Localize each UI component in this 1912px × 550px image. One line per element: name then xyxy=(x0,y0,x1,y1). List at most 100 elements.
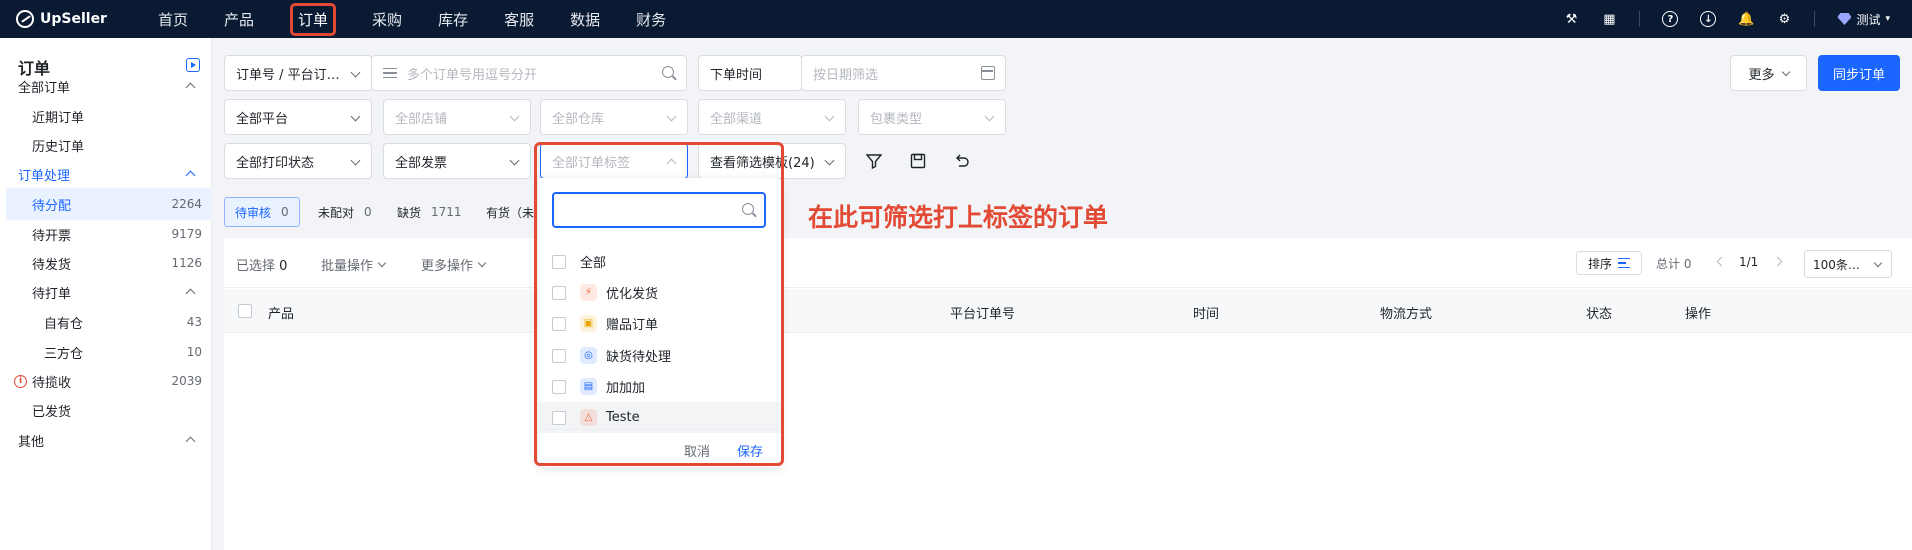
total-count: 总计 0 xyxy=(1656,257,1692,271)
save-template-icon[interactable] xyxy=(908,151,928,171)
page-size-value: 100条… xyxy=(1813,257,1860,272)
tab-in-stock[interactable]: 有货（未 xyxy=(486,197,534,227)
package-type-select[interactable]: 包裹类型 xyxy=(858,99,1006,135)
header-product: 产品 xyxy=(268,307,295,322)
sidebar-item[interactable]: 其他 xyxy=(0,424,212,456)
sidebar-item[interactable]: 已发货 xyxy=(0,394,212,426)
chevron-down-icon xyxy=(984,111,995,122)
sidebar-item[interactable]: 待发货 1126 xyxy=(0,247,212,279)
sort-label: 排序 xyxy=(1587,256,1612,271)
sidebar-item[interactable]: 历史订单 xyxy=(0,129,212,161)
sidebar-item[interactable]: 订单处理 xyxy=(0,158,212,190)
order-no-input[interactable]: 多个订单号用逗号分开 xyxy=(371,55,687,91)
nav-item[interactable]: 采购 xyxy=(354,0,420,38)
top-nav-bar: UpSeller 首页 产品 订单 采购 库存 客服 数据 财务 ⚒ ▦ ? ↓ 🔔 ⚙ 测试… xyxy=(0,0,1912,38)
invoice-value: 全部发票 xyxy=(395,155,448,171)
more-button[interactable]: 更多 xyxy=(1730,55,1807,91)
page-size-select[interactable]: 100条… xyxy=(1804,250,1892,278)
nav-item[interactable]: 产品 xyxy=(206,0,272,38)
chevron-down-icon: ▾ xyxy=(1885,14,1890,24)
tab-out-of-stock[interactable]: 缺货 1711 xyxy=(397,197,462,227)
date-filter-input[interactable]: 按日期筛选 xyxy=(801,55,1006,91)
sidebar-item[interactable]: 近期订单 xyxy=(0,100,212,132)
tab-label: 未配对 xyxy=(318,205,355,220)
order-no-type-select[interactable]: 订单号 / 平台订… xyxy=(224,55,372,91)
next-page-icon[interactable] xyxy=(1772,256,1783,267)
sync-orders-button[interactable]: 同步订单 xyxy=(1818,55,1900,91)
nav-item-label: 客服 xyxy=(504,10,535,29)
chevron-down-icon xyxy=(824,111,835,122)
nav-item-label: 首页 xyxy=(158,10,189,29)
tab-pending-review[interactable]: 待审核 0 xyxy=(224,197,300,227)
invoice-select[interactable]: 全部发票 xyxy=(383,143,531,179)
chevron-down-icon xyxy=(509,111,520,122)
tab-count: 1711 xyxy=(431,205,462,219)
sidebar-item-label: 其他 xyxy=(18,434,45,450)
sort-button[interactable]: 排序 xyxy=(1576,251,1642,275)
tab-count: 0 xyxy=(364,205,372,219)
wrench-icon[interactable]: ⚒ xyxy=(1563,11,1579,27)
select-all-checkbox[interactable] xyxy=(238,304,252,318)
nav-item[interactable]: 首页 xyxy=(140,0,206,38)
table-header: 产品 平台订单号 时间 物流方式 状态 操作 xyxy=(224,289,1912,333)
filter-icon[interactable] xyxy=(864,151,884,171)
header-actions: 操作 xyxy=(1685,307,1712,322)
download-icon[interactable]: ↓ xyxy=(1700,11,1717,27)
chevron-up-icon[interactable] xyxy=(185,288,196,299)
nav-item[interactable]: 订单 xyxy=(272,0,354,38)
search-icon[interactable] xyxy=(662,66,674,78)
warehouse-select[interactable]: 全部仓库 xyxy=(540,99,688,135)
gear-icon[interactable]: ⚙ xyxy=(1776,11,1792,27)
package-type-value: 包裹类型 xyxy=(870,111,923,127)
sidebar-item-label: 三方仓 xyxy=(44,346,84,362)
sidebar-item-label: 待发货 xyxy=(32,257,72,273)
more-operations-dropdown[interactable]: 更多操作 xyxy=(421,255,487,274)
help-icon[interactable]: ? xyxy=(1662,11,1679,27)
time-type-select[interactable]: 下单时间 xyxy=(698,55,802,91)
chevron-up-icon[interactable] xyxy=(185,436,196,447)
sidebar-item[interactable]: 待开票 9179 xyxy=(0,218,212,250)
nav-item[interactable]: 客服 xyxy=(486,0,552,38)
sidebar-item-label: 待分配 xyxy=(32,198,72,214)
bell-icon[interactable]: 🔔 xyxy=(1738,11,1754,27)
nav-item-label: 数据 xyxy=(570,10,601,29)
tab-unmatched[interactable]: 未配对 0 xyxy=(318,197,372,227)
nav-item[interactable]: 库存 xyxy=(420,0,486,38)
chevron-up-icon[interactable] xyxy=(185,82,196,93)
app-logo[interactable]: UpSeller xyxy=(16,10,126,28)
sidebar-item[interactable]: 三方仓 10 xyxy=(0,336,212,368)
nav-item[interactable]: 数据 xyxy=(552,0,618,38)
store-value: 全部店铺 xyxy=(395,111,448,127)
sidebar-item-count: 43 xyxy=(186,315,202,329)
user-menu[interactable]: 测试 ▾ xyxy=(1837,11,1890,28)
sidebar-item-label: 历史订单 xyxy=(32,139,85,155)
batch-operations-dropdown[interactable]: 批量操作 xyxy=(321,255,387,274)
warning-icon: i xyxy=(14,374,27,388)
sidebar-item[interactable]: 自有仓 43 xyxy=(0,306,212,338)
more-label: 更多 xyxy=(1748,67,1775,83)
sidebar-item-label: 订单处理 xyxy=(18,168,71,184)
sidebar-item[interactable]: 全部订单 xyxy=(0,70,212,102)
chevron-down-icon xyxy=(666,111,677,122)
store-select[interactable]: 全部店铺 xyxy=(383,99,531,135)
nav-item-label: 采购 xyxy=(372,10,403,29)
chevron-down-icon xyxy=(477,258,487,268)
sidebar-item[interactable]: i 待揽收 2039 xyxy=(0,365,212,397)
sidebar-item-count: 2039 xyxy=(171,374,202,388)
sidebar-item[interactable]: 待分配 2264 xyxy=(6,188,212,220)
sidebar-item[interactable]: 待打单 xyxy=(0,276,212,308)
platform-select[interactable]: 全部平台 xyxy=(224,99,372,135)
nav-item-label: 订单 xyxy=(290,2,337,36)
reset-icon[interactable] xyxy=(952,151,972,171)
orders-panel: 已选择 0 批量操作 更多操作 排序 总计 0 1/1 100条… 产品 平台订… xyxy=(224,238,1912,550)
nav-item[interactable]: 财务 xyxy=(618,0,684,38)
channel-select[interactable]: 全部渠道 xyxy=(698,99,846,135)
divider xyxy=(1814,11,1816,27)
print-status-select[interactable]: 全部打印状态 xyxy=(224,143,372,179)
annotation-text: 在此可筛选打上标签的订单 xyxy=(808,203,1109,232)
sort-icon xyxy=(1618,258,1630,268)
sidebar-item-label: 自有仓 xyxy=(44,316,84,332)
apps-grid-icon[interactable]: ▦ xyxy=(1601,11,1617,27)
chevron-up-icon[interactable] xyxy=(185,170,196,181)
prev-page-icon[interactable] xyxy=(1716,256,1727,267)
